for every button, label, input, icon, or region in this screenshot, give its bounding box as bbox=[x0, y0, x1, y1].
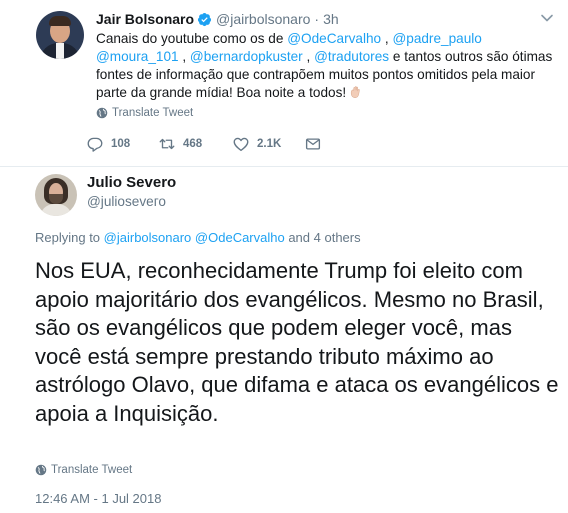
mention-link[interactable]: @OdeCarvalho bbox=[287, 31, 381, 46]
parent-tweet[interactable]: Jair Bolsonaro @jairbolsonaro · 3h Canai… bbox=[0, 0, 568, 168]
text-segment: , bbox=[381, 31, 393, 46]
like-count: 2.1K bbox=[257, 138, 282, 150]
retweet-button[interactable]: 468 bbox=[158, 135, 218, 153]
main-author-avatar[interactable] bbox=[35, 174, 77, 216]
main-author-handle[interactable]: @julioseveго bbox=[87, 194, 166, 209]
reply-button[interactable]: 108 bbox=[86, 135, 146, 153]
text-segment: , bbox=[302, 49, 315, 64]
replying-to-line: Replying to @jairbolsonaro @OdeCarvalho … bbox=[35, 230, 361, 245]
translate-tweet-link[interactable]: Translate Tweet bbox=[96, 107, 193, 119]
text-segment: , bbox=[178, 49, 190, 64]
like-button[interactable]: 2.1K bbox=[232, 135, 292, 153]
tweet-timestamp[interactable]: 12:46 AM - 1 Jul 2018 bbox=[35, 491, 161, 506]
header-separator: · bbox=[314, 11, 320, 27]
parent-author-avatar[interactable] bbox=[36, 11, 84, 59]
mention-link[interactable]: @moura_101 bbox=[96, 49, 179, 64]
mention-link[interactable]: @tradutores bbox=[314, 49, 389, 64]
verified-badge-icon bbox=[197, 12, 212, 26]
replying-mention-link[interactable]: @OdeCarvalho bbox=[195, 230, 285, 245]
parent-tweet-text: Canais do youtube como os de @OdeCarvalh… bbox=[96, 30, 558, 102]
translate-tweet-link[interactable]: Translate Tweet bbox=[35, 464, 132, 476]
text-segment: Canais do youtube como os de bbox=[96, 31, 288, 46]
translate-label: Translate Tweet bbox=[51, 464, 133, 476]
envelope-icon bbox=[305, 138, 321, 150]
waving-hand-emoji-icon bbox=[351, 86, 360, 98]
parent-author-handle[interactable]: @jairbolsonaro bbox=[216, 11, 310, 27]
parent-tweet-header: Jair Bolsonaro @jairbolsonaro · 3h bbox=[96, 9, 339, 29]
main-tweet-text: Nos EUA, reconhecidamente Trump foi elei… bbox=[35, 258, 559, 426]
parent-tweet-time[interactable]: 3h bbox=[323, 11, 339, 27]
chevron-down-icon[interactable] bbox=[540, 12, 554, 24]
retweet-count: 468 bbox=[183, 138, 203, 150]
retweet-icon bbox=[159, 138, 175, 150]
mention-link[interactable]: @padre_paulo bbox=[392, 31, 481, 46]
parent-author-name[interactable]: Jair Bolsonaro bbox=[96, 11, 194, 27]
reply-count: 108 bbox=[111, 138, 131, 150]
direct-message-button[interactable] bbox=[304, 135, 334, 153]
replying-mention-link[interactable]: @jairbolsonaro bbox=[104, 230, 192, 245]
mention-link[interactable]: @bernardopkuster bbox=[190, 49, 303, 64]
heart-icon bbox=[233, 137, 249, 152]
reply-icon bbox=[87, 137, 103, 152]
main-author-name[interactable]: Julio Severo bbox=[87, 174, 176, 191]
replying-prefix: Replying to bbox=[35, 230, 104, 245]
tweet-divider bbox=[0, 166, 568, 167]
globe-icon bbox=[35, 464, 47, 476]
globe-icon bbox=[96, 107, 108, 119]
replying-others-link[interactable]: and 4 others bbox=[285, 230, 360, 245]
translate-label: Translate Tweet bbox=[112, 107, 194, 119]
